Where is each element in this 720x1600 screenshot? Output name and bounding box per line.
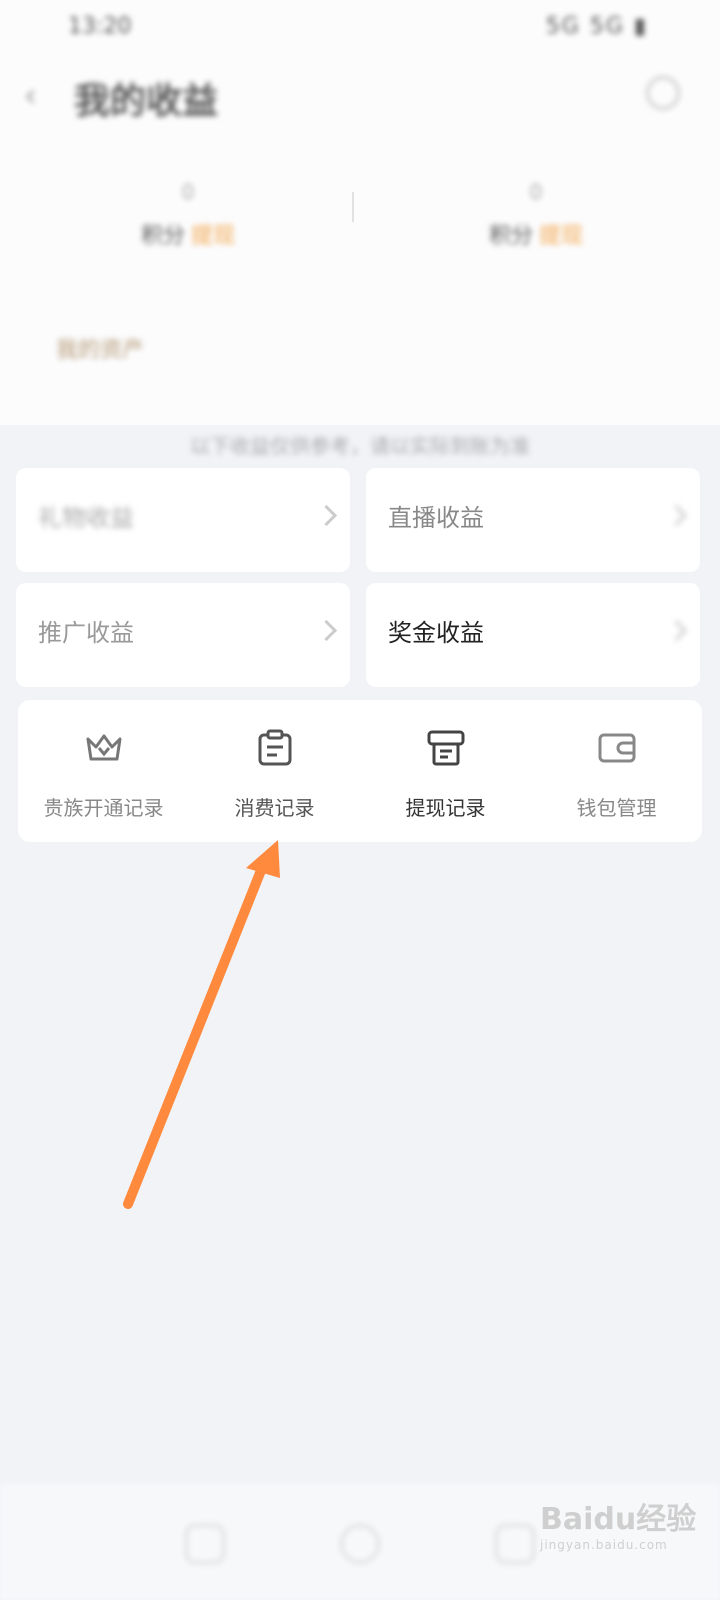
watermark-url: jingyan.baidu.com [540,1538,668,1552]
nav-center-icon[interactable] [340,1524,380,1564]
nav-profile-icon[interactable] [495,1524,535,1564]
watermark-brand: Baidu经验 [540,1502,697,1537]
watermark: Baidu经验 jingyan.baidu.com [540,1494,696,1552]
nav-home-icon[interactable] [185,1524,225,1564]
annotation-arrow [123,840,280,1209]
